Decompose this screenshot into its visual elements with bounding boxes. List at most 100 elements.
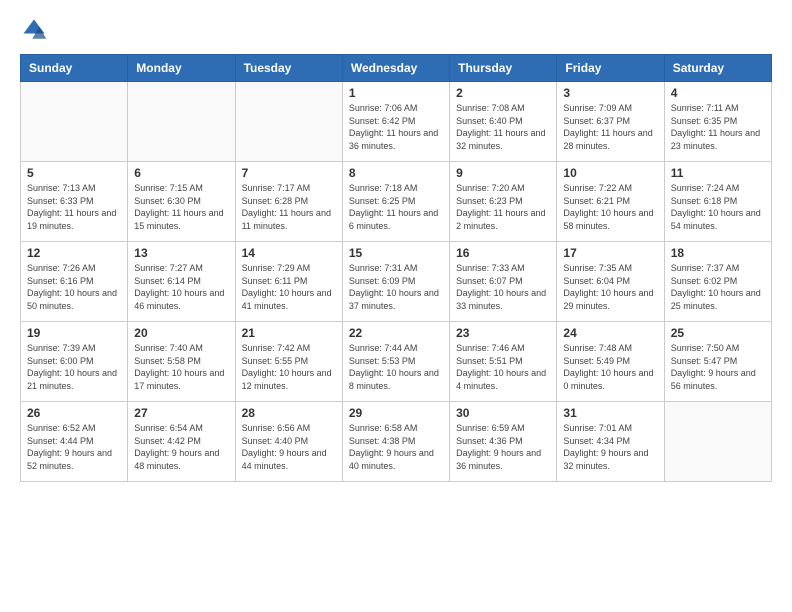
day-number: 4 — [671, 86, 765, 100]
calendar-cell: 23 Sunrise: 7:46 AMSunset: 5:51 PMDayligh… — [450, 322, 557, 402]
calendar-week-row: 12 Sunrise: 7:26 AMSunset: 6:16 PMDayligh… — [21, 242, 772, 322]
day-info: Sunrise: 7:50 AMSunset: 5:47 PMDaylight:… — [671, 342, 765, 392]
column-header-wednesday: Wednesday — [342, 55, 449, 82]
calendar-cell: 18 Sunrise: 7:37 AMSunset: 6:02 PMDayligh… — [664, 242, 771, 322]
column-header-saturday: Saturday — [664, 55, 771, 82]
day-info: Sunrise: 7:08 AMSunset: 6:40 PMDaylight:… — [456, 102, 550, 152]
calendar-cell: 22 Sunrise: 7:44 AMSunset: 5:53 PMDayligh… — [342, 322, 449, 402]
day-number: 10 — [563, 166, 657, 180]
calendar-cell: 16 Sunrise: 7:33 AMSunset: 6:07 PMDayligh… — [450, 242, 557, 322]
day-number: 15 — [349, 246, 443, 260]
day-number: 9 — [456, 166, 550, 180]
day-number: 30 — [456, 406, 550, 420]
day-info: Sunrise: 7:35 AMSunset: 6:04 PMDaylight:… — [563, 262, 657, 312]
day-number: 26 — [27, 406, 121, 420]
day-number: 24 — [563, 326, 657, 340]
day-number: 22 — [349, 326, 443, 340]
day-info: Sunrise: 6:59 AMSunset: 4:36 PMDaylight:… — [456, 422, 550, 472]
calendar-cell: 26 Sunrise: 6:52 AMSunset: 4:44 PMDayligh… — [21, 402, 128, 482]
calendar-cell: 19Sunrise: 7:39 AMSunset: 6:00 PMDayligh… — [21, 322, 128, 402]
day-number: 12 — [27, 246, 121, 260]
calendar-header-row: SundayMondayTuesdayWednesdayThursdayFrid… — [21, 55, 772, 82]
calendar-cell: 1 Sunrise: 7:06 AMSunset: 6:42 PMDaylight… — [342, 82, 449, 162]
calendar-cell: 27 Sunrise: 6:54 AMSunset: 4:42 PMDayligh… — [128, 402, 235, 482]
calendar-cell — [664, 402, 771, 482]
calendar-cell: 9 Sunrise: 7:20 AMSunset: 6:23 PMDaylight… — [450, 162, 557, 242]
day-number: 25 — [671, 326, 765, 340]
day-number: 5 — [27, 166, 121, 180]
calendar-cell: 25 Sunrise: 7:50 AMSunset: 5:47 PMDayligh… — [664, 322, 771, 402]
day-number: 8 — [349, 166, 443, 180]
day-info: Sunrise: 7:17 AMSunset: 6:28 PMDaylight:… — [242, 182, 336, 232]
day-number: 31 — [563, 406, 657, 420]
day-number: 23 — [456, 326, 550, 340]
calendar-week-row: 26 Sunrise: 6:52 AMSunset: 4:44 PMDayligh… — [21, 402, 772, 482]
day-number: 3 — [563, 86, 657, 100]
calendar-table: SundayMondayTuesdayWednesdayThursdayFrid… — [20, 54, 772, 482]
day-info: Sunrise: 7:27 AMSunset: 6:14 PMDaylight:… — [134, 262, 228, 312]
day-info: Sunrise: 7:33 AMSunset: 6:07 PMDaylight:… — [456, 262, 550, 312]
calendar-cell: 10 Sunrise: 7:22 AMSunset: 6:21 PMDayligh… — [557, 162, 664, 242]
day-number: 6 — [134, 166, 228, 180]
day-number: 1 — [349, 86, 443, 100]
day-info: Sunrise: 7:01 AMSunset: 4:34 PMDaylight:… — [563, 422, 657, 472]
day-info: Sunrise: 7:09 AMSunset: 6:37 PMDaylight:… — [563, 102, 657, 152]
calendar-cell — [21, 82, 128, 162]
day-number: 21 — [242, 326, 336, 340]
day-info: Sunrise: 7:40 AMSunset: 5:58 PMDaylight:… — [134, 342, 228, 392]
calendar-cell: 29 Sunrise: 6:58 AMSunset: 4:38 PMDayligh… — [342, 402, 449, 482]
column-header-friday: Friday — [557, 55, 664, 82]
day-info: Sunrise: 6:58 AMSunset: 4:38 PMDaylight:… — [349, 422, 443, 472]
day-info: Sunrise: 7:20 AMSunset: 6:23 PMDaylight:… — [456, 182, 550, 232]
day-number: 17 — [563, 246, 657, 260]
calendar-cell: 11 Sunrise: 7:24 AMSunset: 6:18 PMDayligh… — [664, 162, 771, 242]
day-number: 7 — [242, 166, 336, 180]
calendar-cell: 21 Sunrise: 7:42 AMSunset: 5:55 PMDayligh… — [235, 322, 342, 402]
header — [20, 16, 772, 44]
day-info: Sunrise: 7:37 AMSunset: 6:02 PMDaylight:… — [671, 262, 765, 312]
day-number: 20 — [134, 326, 228, 340]
calendar-cell: 5 Sunrise: 7:13 AMSunset: 6:33 PMDaylight… — [21, 162, 128, 242]
day-info: Sunrise: 7:15 AMSunset: 6:30 PMDaylight:… — [134, 182, 228, 232]
calendar-cell: 14Sunrise: 7:29 AMSunset: 6:11 PMDayligh… — [235, 242, 342, 322]
day-info: Sunrise: 7:42 AMSunset: 5:55 PMDaylight:… — [242, 342, 336, 392]
day-number: 14 — [242, 246, 336, 260]
day-number: 28 — [242, 406, 336, 420]
day-info: Sunrise: 6:54 AMSunset: 4:42 PMDaylight:… — [134, 422, 228, 472]
calendar-cell: 31 Sunrise: 7:01 AMSunset: 4:34 PMDayligh… — [557, 402, 664, 482]
day-number: 29 — [349, 406, 443, 420]
day-info: Sunrise: 6:56 AMSunset: 4:40 PMDaylight:… — [242, 422, 336, 472]
day-info: Sunrise: 7:11 AMSunset: 6:35 PMDaylight:… — [671, 102, 765, 152]
calendar-cell: 6 Sunrise: 7:15 AMSunset: 6:30 PMDaylight… — [128, 162, 235, 242]
column-header-tuesday: Tuesday — [235, 55, 342, 82]
day-info: Sunrise: 7:13 AMSunset: 6:33 PMDaylight:… — [27, 182, 121, 232]
calendar-cell: 15 Sunrise: 7:31 AMSunset: 6:09 PMDayligh… — [342, 242, 449, 322]
calendar-cell: 2 Sunrise: 7:08 AMSunset: 6:40 PMDaylight… — [450, 82, 557, 162]
day-info: Sunrise: 7:39 AMSunset: 6:00 PMDaylight:… — [27, 342, 121, 392]
calendar-week-row: 1 Sunrise: 7:06 AMSunset: 6:42 PMDaylight… — [21, 82, 772, 162]
day-info: Sunrise: 7:31 AMSunset: 6:09 PMDaylight:… — [349, 262, 443, 312]
day-info: Sunrise: 7:26 AMSunset: 6:16 PMDaylight:… — [27, 262, 121, 312]
calendar-cell — [235, 82, 342, 162]
day-info: Sunrise: 7:24 AMSunset: 6:18 PMDaylight:… — [671, 182, 765, 232]
day-number: 2 — [456, 86, 550, 100]
day-number: 13 — [134, 246, 228, 260]
calendar-cell: 8Sunrise: 7:18 AMSunset: 6:25 PMDaylight… — [342, 162, 449, 242]
day-number: 16 — [456, 246, 550, 260]
calendar-cell: 20 Sunrise: 7:40 AMSunset: 5:58 PMDayligh… — [128, 322, 235, 402]
day-info: Sunrise: 7:44 AMSunset: 5:53 PMDaylight:… — [349, 342, 443, 392]
logo — [20, 16, 52, 44]
column-header-thursday: Thursday — [450, 55, 557, 82]
day-number: 11 — [671, 166, 765, 180]
day-info: Sunrise: 7:22 AMSunset: 6:21 PMDaylight:… — [563, 182, 657, 232]
calendar-cell: 12 Sunrise: 7:26 AMSunset: 6:16 PMDayligh… — [21, 242, 128, 322]
day-number: 27 — [134, 406, 228, 420]
calendar-cell: 4 Sunrise: 7:11 AMSunset: 6:35 PMDaylight… — [664, 82, 771, 162]
day-info: Sunrise: 7:06 AMSunset: 6:42 PMDaylight:… — [349, 102, 443, 152]
day-info: Sunrise: 7:46 AMSunset: 5:51 PMDaylight:… — [456, 342, 550, 392]
day-info: Sunrise: 6:52 AMSunset: 4:44 PMDaylight:… — [27, 422, 121, 472]
page: SundayMondayTuesdayWednesdayThursdayFrid… — [0, 0, 792, 612]
day-number: 18 — [671, 246, 765, 260]
calendar-cell: 24Sunrise: 7:48 AMSunset: 5:49 PMDayligh… — [557, 322, 664, 402]
calendar-cell: 3 Sunrise: 7:09 AMSunset: 6:37 PMDaylight… — [557, 82, 664, 162]
